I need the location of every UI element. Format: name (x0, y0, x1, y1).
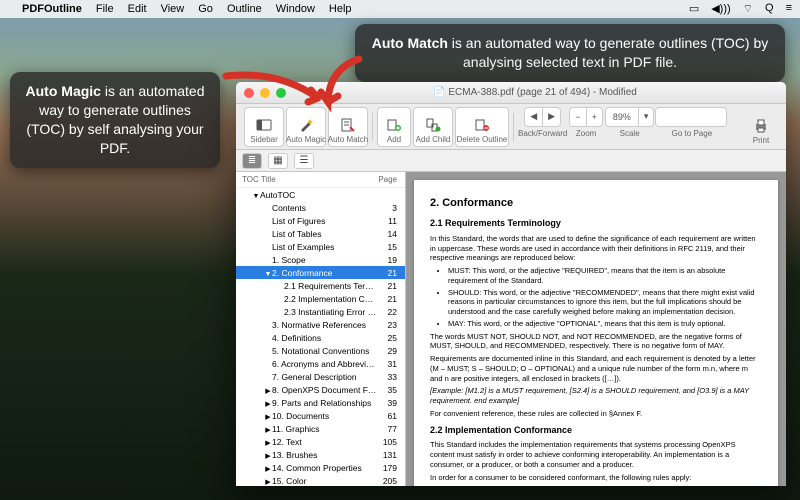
menu-icon[interactable]: ≡ (786, 2, 792, 16)
menu-file[interactable]: File (96, 3, 114, 15)
go-to-page-field[interactable] (655, 107, 727, 127)
callout-automagic: Auto Magic is an automated way to genera… (10, 72, 220, 168)
toc-row[interactable]: 3. Normative References23 (236, 318, 405, 331)
toc-row[interactable]: ▶9. Parts and Relationships39 (236, 396, 405, 409)
callout-automatch: Auto Match is an automated way to genera… (355, 24, 785, 82)
app-name-menu[interactable]: PDFOutline (22, 3, 82, 15)
go-to-page-control: Go to Page (656, 107, 727, 147)
menu-outline[interactable]: Outline (227, 3, 262, 15)
arrow-automatch (314, 54, 374, 114)
toc-row[interactable]: List of Tables14 (236, 227, 405, 240)
toc-row[interactable]: 2.2 Implementation Conformance21 (236, 292, 405, 305)
view-list-button[interactable]: ☰ (294, 153, 314, 169)
toc-sidebar[interactable]: TOC TitlePage ▼AutoTOCContents3List of F… (236, 172, 406, 486)
subsection-heading: 2.1 Requirements Terminology (430, 218, 762, 230)
scale-control: 89% ▾ Scale (605, 107, 655, 147)
toc-row[interactable]: ▶8. OpenXPS Document Format35 (236, 383, 405, 396)
zoom-in-button[interactable]: + (586, 107, 603, 127)
scale-value-field[interactable]: 89% (605, 107, 639, 127)
toc-row[interactable]: ▶13. Brushes131 (236, 448, 405, 461)
toc-row[interactable]: ▼2. Conformance21 (236, 266, 405, 279)
view-outline-button[interactable]: ≣ (242, 153, 262, 169)
volume-icon[interactable]: ◀))) (711, 2, 730, 16)
toc-row[interactable]: ▶12. Text105 (236, 435, 405, 448)
toc-row[interactable]: ▶11. Graphics77 (236, 422, 405, 435)
document-window: 📄 ECMA-388.pdf (page 21 of 494) - Modifi… (236, 82, 786, 486)
toc-row[interactable]: 4. Definitions25 (236, 331, 405, 344)
toc-row[interactable]: ▶10. Documents61 (236, 409, 405, 422)
wifi-icon[interactable]: ⌔ (743, 2, 753, 16)
toc-row[interactable]: 1. Scope19 (236, 253, 405, 266)
scale-dropdown-icon[interactable]: ▾ (638, 107, 655, 127)
view-mode-toolbar: ≣ ▦ ☰ (236, 150, 786, 172)
toc-row[interactable]: ▼AutoTOC (236, 188, 405, 201)
pdf-page-view[interactable]: 2. Conformance 2.1 Requirements Terminol… (406, 172, 786, 486)
add-child-button[interactable]: Add Child (413, 107, 453, 147)
zoom-out-button[interactable]: − (569, 107, 586, 127)
pdf-page-content: 2. Conformance 2.1 Requirements Terminol… (414, 180, 778, 486)
macos-menubar: PDFOutline File Edit View Go Outline Win… (0, 0, 800, 18)
section-heading: 2. Conformance (430, 196, 762, 210)
subsection-heading: 2.2 Implementation Conformance (430, 425, 762, 437)
back-forward-segment: ◀ ▶ Back/Forward (518, 107, 567, 147)
view-thumbnails-button[interactable]: ▦ (268, 153, 288, 169)
toc-row[interactable]: List of Figures11 (236, 214, 405, 227)
toc-row[interactable]: Contents3 (236, 201, 405, 214)
forward-button[interactable]: ▶ (542, 107, 561, 127)
back-button[interactable]: ◀ (524, 107, 543, 127)
airplay-icon[interactable]: ▭ (689, 2, 699, 16)
menu-view[interactable]: View (161, 3, 185, 15)
delete-outline-button[interactable]: Delete Outline (455, 107, 509, 147)
toc-row[interactable]: 5. Notational Conventions29 (236, 344, 405, 357)
menu-window[interactable]: Window (276, 3, 315, 15)
toc-row[interactable]: 7. General Description33 (236, 370, 405, 383)
spotlight-icon[interactable]: Q (765, 2, 774, 16)
add-button[interactable]: Add (377, 107, 411, 147)
menubar-status-icons: ▭ ◀))) ⌔ Q ≡ (689, 2, 792, 16)
toc-row[interactable]: 2.3 Instantiating Error Conditions22 (236, 305, 405, 318)
zoom-segment: − + Zoom (569, 107, 603, 147)
menu-go[interactable]: Go (198, 3, 213, 15)
toc-row[interactable]: 6. Acronyms and Abbreviations31 (236, 357, 405, 370)
print-button[interactable]: Print (744, 107, 778, 147)
toc-row[interactable]: 2.1 Requirements Terminology21 (236, 279, 405, 292)
menu-help[interactable]: Help (329, 3, 352, 15)
menu-edit[interactable]: Edit (128, 3, 147, 15)
toc-header: TOC TitlePage (236, 172, 405, 188)
toc-row[interactable]: List of Examples15 (236, 240, 405, 253)
toc-row[interactable]: ▶14. Common Properties179 (236, 461, 405, 474)
toc-row[interactable]: ▶15. Color205 (236, 474, 405, 486)
